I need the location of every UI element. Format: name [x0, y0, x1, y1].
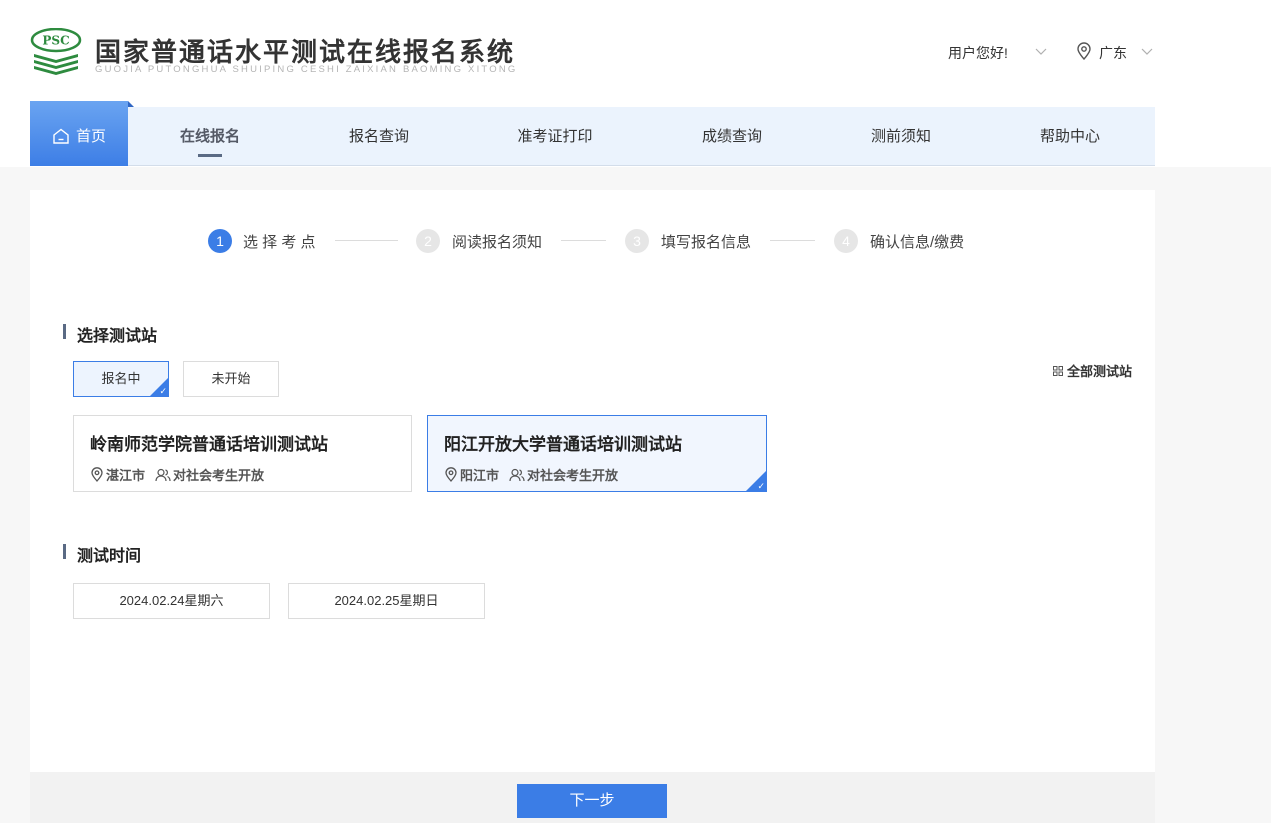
site-subtitle: GUOJIA PUTONGHUA SHUIPING CESHI ZAIXIAN …: [95, 64, 518, 75]
station-name: 岭南师范学院普通话培训测试站: [90, 435, 328, 454]
check-icon: ✓: [757, 481, 765, 491]
user-menu[interactable]: 用户您好!: [948, 43, 1008, 63]
nav-item-help-center[interactable]: 帮助中心: [1040, 107, 1100, 166]
station-access: 对社会考生开放: [527, 468, 619, 483]
step-1-label: 选 择 考 点: [243, 234, 316, 251]
users-icon: [509, 468, 525, 481]
station-meta: 阳江市 对社会考生开放: [444, 465, 618, 484]
chevron-down-icon[interactable]: [1035, 48, 1047, 56]
nav-item-pre-test-notice[interactable]: 测前须知: [871, 107, 931, 166]
chevron-down-icon[interactable]: [1141, 48, 1153, 56]
station-city: 湛江市: [106, 468, 146, 483]
progress-steps: 1 选 择 考 点 2 阅读报名须知 3 填写报名信息 4 确认信息/缴费: [208, 229, 988, 253]
step-2-number: 2: [416, 229, 440, 253]
date-option-button[interactable]: 2024.02.24星期六: [73, 583, 270, 619]
date-option-button[interactable]: 2024.02.25星期日: [288, 583, 485, 619]
step-3-number: 3: [625, 229, 649, 253]
step-4-label: 确认信息/缴费: [870, 234, 965, 251]
all-stations-label: 全部测试站: [1067, 364, 1133, 379]
nav-item-online-registration[interactable]: 在线报名: [180, 107, 240, 166]
filter-not-started-button[interactable]: 未开始: [183, 361, 279, 397]
nav-item-score-query[interactable]: 成绩查询: [702, 107, 762, 166]
station-section-title: 选择测试站: [63, 322, 157, 346]
home-icon: [53, 128, 69, 144]
all-stations-link[interactable]: 全部测试站: [1053, 361, 1132, 380]
station-meta: 湛江市 对社会考生开放: [90, 465, 264, 484]
psc-logo-icon: PSC: [30, 28, 82, 75]
station-access: 对社会考生开放: [173, 468, 265, 483]
top-header: PSC 国家普通话水平测试在线报名系统 GUOJIA PUTONGHUA SHU…: [0, 0, 1271, 167]
next-step-button[interactable]: 下一步: [517, 784, 667, 818]
filter-label: 报名中: [101, 371, 141, 386]
nav-item-admission-ticket[interactable]: 准考证打印: [517, 107, 592, 166]
step-1-number: 1: [208, 229, 232, 253]
check-icon: ✓: [159, 386, 167, 396]
station-card[interactable]: 阳江开放大学普通话培训测试站 阳江市 对社会考生开放 ✓: [427, 415, 767, 492]
filter-registering-button[interactable]: 报名中 ✓: [73, 361, 169, 397]
nav-item-registration-query[interactable]: 报名查询: [349, 107, 409, 166]
grid-icon: [1053, 365, 1063, 376]
step-3-label: 填写报名信息: [661, 234, 752, 251]
nav-home-label: 首页: [75, 128, 106, 145]
step-connector: [335, 240, 398, 241]
location-pin-icon: [445, 467, 457, 482]
step-connector: [561, 240, 606, 241]
step-4-number: 4: [834, 229, 858, 253]
step-connector: [770, 240, 815, 241]
logo-badge-text: PSC: [42, 34, 69, 48]
station-city: 阳江市: [460, 468, 500, 483]
filter-label: 未开始: [211, 371, 251, 386]
location-pin-icon: [1077, 42, 1091, 60]
time-section-title: 测试时间: [63, 542, 141, 566]
users-icon: [155, 468, 171, 481]
step-2-label: 阅读报名须知: [452, 234, 543, 251]
station-name: 阳江开放大学普通话培训测试站: [444, 435, 682, 454]
main-nav: 首页 在线报名 报名查询 准考证打印 成绩查询 测前须知 帮助中心: [30, 101, 1155, 166]
region-selector[interactable]: 广东: [1099, 43, 1127, 63]
location-pin-icon: [91, 467, 103, 482]
station-card[interactable]: 岭南师范学院普通话培训测试站 湛江市 对社会考生开放: [73, 415, 412, 492]
nav-home-tab[interactable]: 首页: [30, 101, 134, 166]
